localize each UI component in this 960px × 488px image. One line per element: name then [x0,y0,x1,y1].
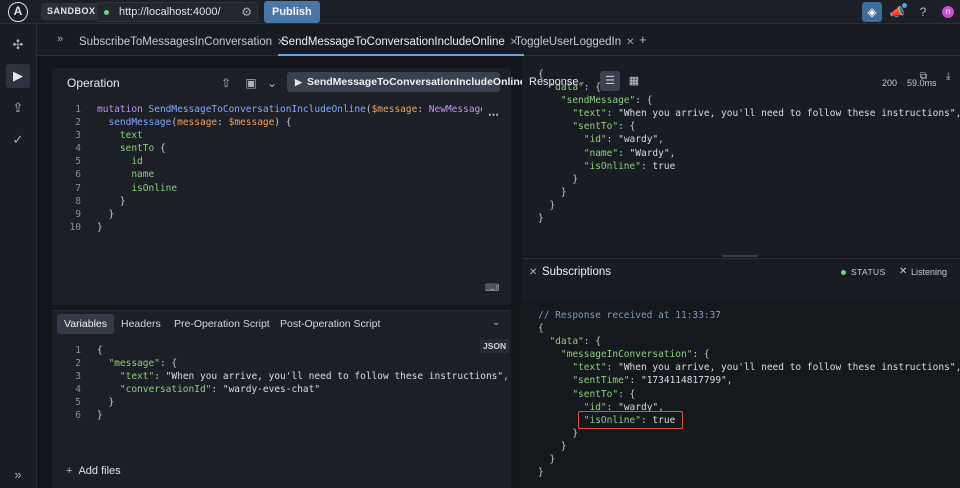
publish-button[interactable]: Publish [264,1,320,23]
tab-toggle-user-logged-in[interactable]: ToggleUserLoggedIn ✕ [515,24,635,56]
operation-tab-bar: » SubscribeToMessagesInConversation ✕ Sen… [37,24,960,56]
explorer-icon[interactable]: ▶ [6,64,30,88]
prettify-icon[interactable]: ⌨ [485,283,499,294]
status-label: STATUS [851,267,886,277]
layers-icon[interactable]: ◈ [862,2,882,22]
copy-icon[interactable]: ⧉ [920,71,927,82]
stop-listening-icon[interactable]: ✕ [899,266,907,277]
gear-icon[interactable]: ⚙ [241,5,252,19]
operation-title: Operation [67,76,120,90]
upload-icon[interactable]: ⇪ [6,96,30,120]
help-icon[interactable]: ? [914,3,932,21]
collapse-chevron-icon[interactable]: ⌄ [492,317,500,328]
highlight-annotation [578,411,683,429]
subscription-response-body[interactable]: // Response received at 11:33:37 { "data… [538,309,960,479]
tab-label: SendMessageToConversationIncludeOnline [281,36,505,48]
tab-post-operation-script[interactable]: Post-Operation Script [273,314,387,334]
tab-send-message-include-online[interactable]: SendMessageToConversationIncludeOnline ✕ [277,24,525,56]
endpoint-url-text: http://localhost:4000/ [119,6,221,18]
apollo-logo-icon[interactable]: A [8,2,28,22]
expand-docs-icon[interactable]: » [57,33,63,45]
endpoint-url-input[interactable]: http://localhost:4000/ ⚙ [96,2,258,22]
run-button-label: SendMessageToConversationIncludeOnline [307,76,526,88]
listening-label: Listening [911,267,948,277]
chevron-down-icon[interactable]: ⌄ [578,76,586,87]
save-icon[interactable]: ▣ [243,75,259,91]
sandbox-badge: SANDBOX [41,3,102,20]
resize-handle[interactable] [722,255,758,257]
variables-line-numbers: 1 2 3 4 5 6 [75,345,81,422]
response-panel: { "data": { "sendMessage": { "text": "Wh… [522,56,960,256]
chevron-down-icon[interactable]: ⌄ [264,75,280,91]
tab-subscribe-to-messages[interactable]: SubscribeToMessagesInConversation ✕ [79,24,285,56]
tab-label: SubscribeToMessagesInConversation [79,36,273,48]
subscriptions-title: Subscriptions [542,266,612,278]
status-dot [841,270,846,275]
more-options-icon[interactable]: ⋯ [488,108,499,121]
tab-headers[interactable]: Headers [114,314,168,334]
operation-line-numbers: 1 2 3 4 5 6 7 8 9 10 [69,104,81,233]
status-code: 200 [882,78,898,88]
schema-icon[interactable]: ✣ [6,33,30,57]
response-body[interactable]: { "data": { "sendMessage": { "text": "Wh… [538,68,960,225]
table-view-icon[interactable]: ▦ [624,71,644,91]
variables-panel: Variables Headers Pre-Operation Script P… [52,310,511,488]
add-files-label: Add files [78,465,121,477]
tab-label: ToggleUserLoggedIn [515,36,622,48]
expand-nav-icon[interactable]: » [6,463,30,487]
checks-icon[interactable]: ✓ [6,128,30,152]
operation-editor[interactable]: mutation SendMessageToConversationInclud… [97,103,482,234]
variables-editor[interactable]: { "message": { "text": "When you arrive,… [97,344,509,423]
download-icon[interactable]: ⤓ [946,71,950,82]
response-label[interactable]: Response [529,76,579,88]
add-files-button[interactable]: + Add files [66,465,121,477]
add-tab-icon[interactable]: + [639,32,647,47]
avatar[interactable]: n [942,6,954,18]
notification-dot [902,3,907,8]
close-icon[interactable]: ✕ [529,267,537,278]
tab-variables[interactable]: Variables [57,314,114,334]
share-icon[interactable]: ⇧ [218,75,234,91]
operation-panel: Operation ⇧ ▣ ⌄ ▶ SendMessageToConversat… [52,68,526,305]
play-icon: ▶ [295,77,302,87]
subscriptions-panel: ✕ Subscriptions STATUS ✕ Listening // Re… [522,258,960,488]
top-bar: A SANDBOX http://localhost:4000/ ⚙ Publi… [0,0,960,24]
left-nav: ✣ ▶ ⇪ ✓ » [0,24,37,488]
close-icon[interactable]: ✕ [626,37,634,48]
connection-status-dot [104,10,109,15]
tab-pre-operation-script[interactable]: Pre-Operation Script [167,314,277,334]
run-operation-button[interactable]: ▶ SendMessageToConversationIncludeOnline [287,72,526,92]
json-view-icon[interactable]: ☰ [600,71,620,91]
